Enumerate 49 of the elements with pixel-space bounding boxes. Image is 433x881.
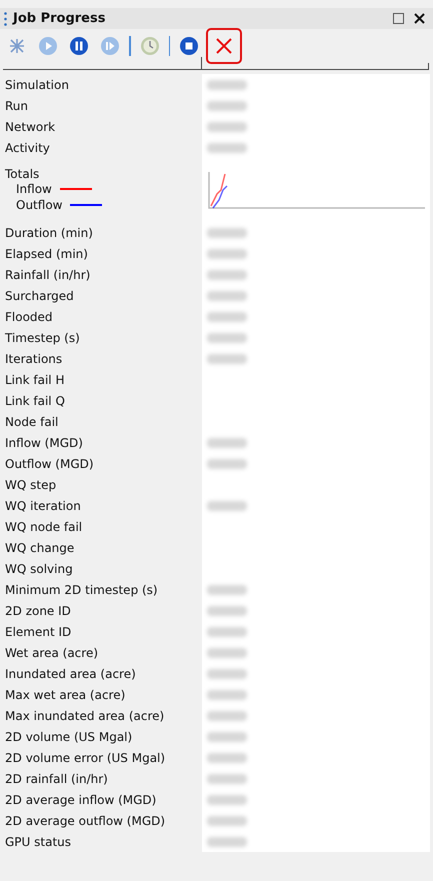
row-label: Max inundated area (acre) bbox=[5, 708, 164, 722]
row-label: Element ID bbox=[5, 624, 72, 638]
row-label: 2D rainfall (in/hr) bbox=[5, 772, 108, 786]
row-label: Rainfall (in/hr) bbox=[5, 268, 90, 282]
restore-icon[interactable] bbox=[393, 13, 404, 24]
row-label: Wet area (acre) bbox=[5, 646, 98, 660]
row-label: Simulation bbox=[5, 78, 69, 92]
row-label: Flooded bbox=[5, 310, 53, 324]
row-label: Iterations bbox=[5, 352, 62, 366]
close-icon bbox=[214, 36, 234, 56]
row-label: 2D volume (US Mgal) bbox=[5, 730, 132, 744]
row-label: 2D average inflow (MGD) bbox=[5, 792, 156, 806]
grip-icon[interactable] bbox=[4, 12, 7, 26]
scatter-icon bbox=[7, 36, 27, 56]
row-label: WQ solving bbox=[5, 562, 73, 576]
row-label: Surcharged bbox=[5, 288, 74, 302]
row-label: Duration (min) bbox=[5, 226, 93, 240]
row-label: Timestep (s) bbox=[5, 330, 80, 344]
row-label: 2D zone ID bbox=[5, 604, 71, 618]
row-label: Totals bbox=[5, 167, 40, 181]
row-label: 2D average outflow (MGD) bbox=[5, 814, 166, 828]
row-label: 2D volume error (US Mgal) bbox=[5, 750, 166, 764]
cancel-button[interactable] bbox=[206, 28, 242, 64]
row-label: Node fail bbox=[5, 414, 58, 428]
row-label: Elapsed (min) bbox=[5, 246, 88, 260]
stop-icon bbox=[179, 36, 199, 56]
row-label: Inflow (MGD) bbox=[5, 436, 83, 450]
window-title: Job Progress bbox=[13, 11, 106, 26]
pause-icon bbox=[69, 36, 89, 56]
row-label: WQ node fail bbox=[5, 520, 82, 534]
row-label: Inundated area (acre) bbox=[5, 666, 136, 680]
legend-label: Inflow bbox=[16, 182, 52, 196]
clock-icon bbox=[140, 36, 160, 56]
row-label: Link fail H bbox=[5, 372, 64, 386]
row-label: GPU status bbox=[5, 834, 72, 848]
row-label: WQ change bbox=[5, 540, 74, 554]
row-label: Outflow (MGD) bbox=[5, 456, 94, 470]
row-label: Minimum 2D timestep (s) bbox=[5, 582, 158, 596]
row-label: Run bbox=[5, 98, 28, 112]
close-icon[interactable] bbox=[414, 13, 425, 24]
row-label: Max wet area (acre) bbox=[5, 688, 126, 702]
row-label: WQ step bbox=[5, 478, 56, 492]
play-icon bbox=[38, 36, 58, 56]
row-label: Link fail Q bbox=[5, 394, 65, 408]
step-forward-icon bbox=[100, 36, 120, 56]
row-label: WQ iteration bbox=[5, 498, 81, 512]
row-label: Activity bbox=[5, 140, 50, 154]
row-label: Network bbox=[5, 120, 56, 134]
legend-label: Outflow bbox=[16, 198, 62, 212]
